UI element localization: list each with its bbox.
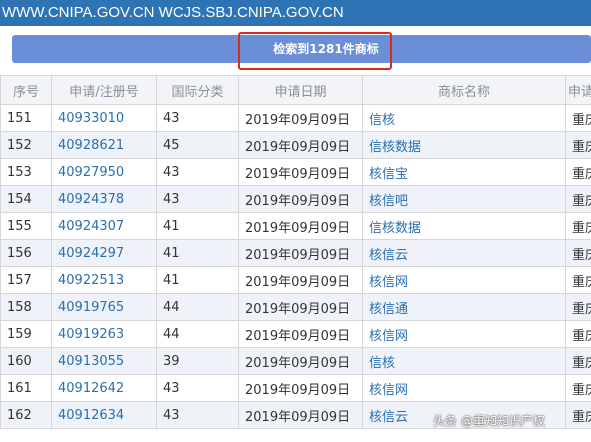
cell-index: 155 [0,212,52,240]
cell-trademark-name[interactable]: 核信吧 [362,185,566,213]
cell-class: 41 [156,212,239,240]
cell-applicant: 重庆 [565,104,591,132]
table-row: 15740922513412019年09月09日核信网重庆 [0,266,591,294]
cell-date: 2019年09月09日 [238,374,363,402]
cell-reg-number[interactable]: 40927950 [51,158,157,186]
url-bar: WWW.CNIPA.GOV.CN WCJS.SBJ.CNIPA.GOV.CN [0,0,591,26]
cell-applicant: 重庆 [565,266,591,294]
cell-applicant: 重庆 [565,293,591,321]
table-row: 15240928621452019年09月09日信核数据重庆 [0,131,591,159]
cell-reg-number[interactable]: 40924307 [51,212,157,240]
cell-trademark-name[interactable]: 核信云 [362,239,566,267]
cell-reg-number[interactable]: 40922513 [51,266,157,294]
cell-trademark-name[interactable]: 核信网 [362,320,566,348]
cell-applicant: 重庆 [565,347,591,375]
table-row: 15440924378432019年09月09日核信吧重庆 [0,185,591,213]
source-credit: 头条 @重知知识产权 [433,414,545,428]
cell-date: 2019年09月09日 [238,104,363,132]
cell-class: 43 [156,158,239,186]
cell-trademark-name[interactable]: 信核数据 [362,131,566,159]
cell-class: 41 [156,266,239,294]
cell-applicant: 重庆 [565,239,591,267]
cell-index: 153 [0,158,52,186]
cell-applicant: 重庆 [565,374,591,402]
cell-index: 157 [0,266,52,294]
cell-index: 159 [0,320,52,348]
cell-applicant: 重庆 [565,185,591,213]
table-row: 15340927950432019年09月09日核信宝重庆 [0,158,591,186]
cell-date: 2019年09月09日 [238,158,363,186]
header-trademark-name: 商标名称 [362,75,566,105]
trademark-table: 序号 申请/注册号 国际分类 申请日期 商标名称 申请人 15140933010… [0,75,591,429]
cell-class: 43 [156,185,239,213]
cell-reg-number[interactable]: 40928621 [51,131,157,159]
cell-applicant: 重庆 [565,131,591,159]
table-row: 15540924307412019年09月09日信核数据重庆 [0,212,591,240]
cell-class: 41 [156,239,239,267]
cell-reg-number[interactable]: 40924297 [51,239,157,267]
cell-date: 2019年09月09日 [238,239,363,267]
cell-index: 162 [0,401,52,429]
table-row: 15840919765442019年09月09日核信通重庆 [0,293,591,321]
cell-applicant: 重庆 [565,320,591,348]
cell-reg-number[interactable]: 40913055 [51,347,157,375]
cell-date: 2019年09月09日 [238,266,363,294]
cell-date: 2019年09月09日 [238,320,363,348]
cell-index: 156 [0,239,52,267]
cell-reg-number[interactable]: 40919263 [51,320,157,348]
cell-index: 160 [0,347,52,375]
cell-reg-number[interactable]: 40919765 [51,293,157,321]
cell-class: 39 [156,347,239,375]
cell-date: 2019年09月09日 [238,212,363,240]
cell-date: 2019年09月09日 [238,185,363,213]
table-row: 16140912642432019年09月09日核信网重庆 [0,374,591,402]
cell-index: 158 [0,293,52,321]
table-header-row: 序号 申请/注册号 国际分类 申请日期 商标名称 申请人 [0,75,591,105]
header-index: 序号 [0,75,52,105]
cell-reg-number[interactable]: 40912642 [51,374,157,402]
cell-reg-number[interactable]: 40933010 [51,104,157,132]
header-date: 申请日期 [238,75,363,105]
header-class: 国际分类 [156,75,239,105]
cell-index: 152 [0,131,52,159]
header-applicant: 申请人 [565,75,591,105]
table-row: 15640924297412019年09月09日核信云重庆 [0,239,591,267]
table-row: 15940919263442019年09月09日核信网重庆 [0,320,591,348]
highlight-box [238,32,392,70]
cell-date: 2019年09月09日 [238,293,363,321]
cell-trademark-name[interactable]: 核信网 [362,266,566,294]
cell-class: 43 [156,401,239,429]
cell-class: 43 [156,104,239,132]
cell-date: 2019年09月09日 [238,131,363,159]
cell-index: 161 [0,374,52,402]
cell-trademark-name[interactable]: 信核 [362,347,566,375]
cell-reg-number[interactable]: 40924378 [51,185,157,213]
cell-trademark-name[interactable]: 核信通 [362,293,566,321]
table-row: 15140933010432019年09月09日信核重庆 [0,104,591,132]
cell-index: 154 [0,185,52,213]
cell-trademark-name[interactable]: 核信网 [362,374,566,402]
cell-reg-number[interactable]: 40912634 [51,401,157,429]
watermark: · · · [300,408,329,429]
cell-class: 44 [156,320,239,348]
header-reg-number: 申请/注册号 [51,75,157,105]
cell-class: 45 [156,131,239,159]
table-row: 16040913055392019年09月09日信核重庆 [0,347,591,375]
cell-class: 43 [156,374,239,402]
cell-index: 151 [0,104,52,132]
cell-trademark-name[interactable]: 信核 [362,104,566,132]
cell-applicant: 重庆 [565,212,591,240]
cell-date: 2019年09月09日 [238,347,363,375]
cell-class: 44 [156,293,239,321]
cell-applicant: 重庆 [565,401,591,429]
cell-applicant: 重庆 [565,158,591,186]
cell-trademark-name[interactable]: 核信宝 [362,158,566,186]
cell-trademark-name[interactable]: 信核数据 [362,212,566,240]
